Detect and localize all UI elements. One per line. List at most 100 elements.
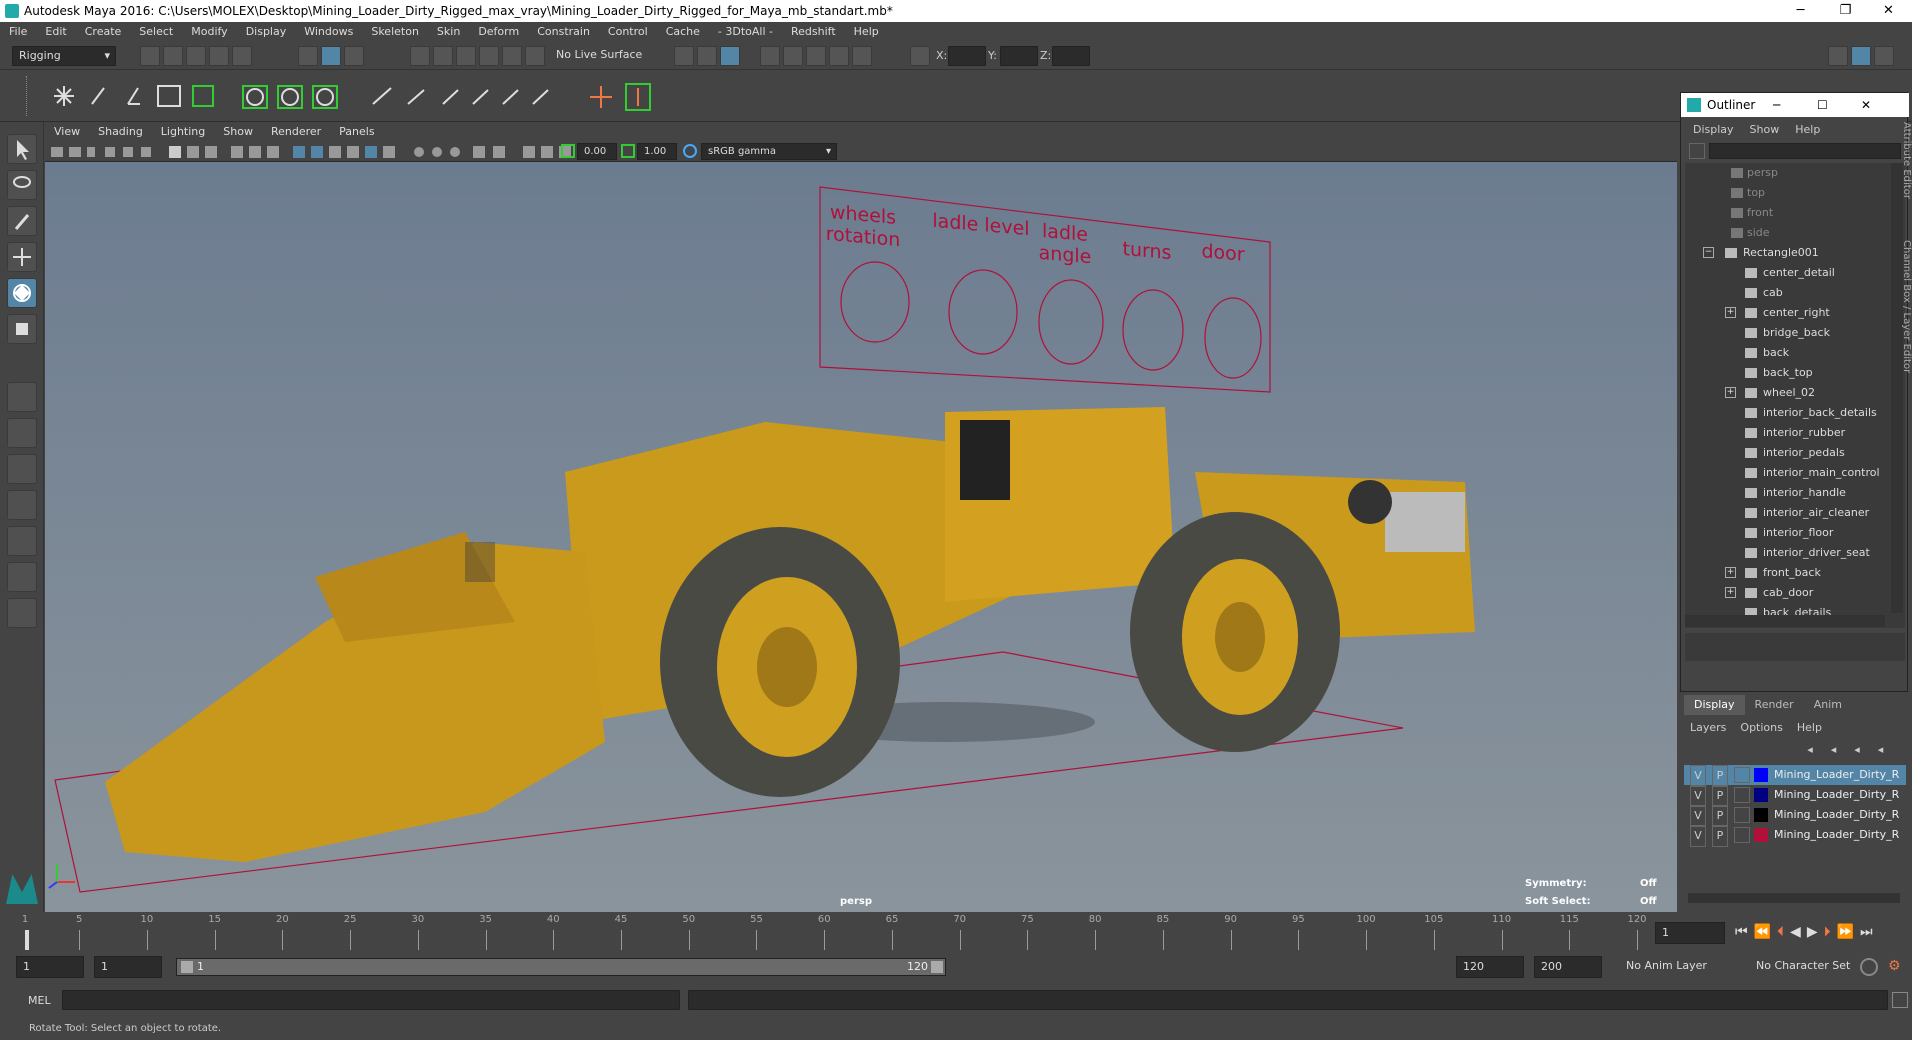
menu-item-0[interactable]: File bbox=[0, 22, 36, 42]
mel-label[interactable]: MEL bbox=[28, 994, 51, 1007]
menu-item-13[interactable]: - 3DtoAll - bbox=[709, 22, 782, 42]
menu-item-9[interactable]: Deform bbox=[469, 22, 528, 42]
persp-graph-layout-icon[interactable] bbox=[7, 490, 37, 520]
snap-surface-icon[interactable] bbox=[502, 46, 522, 66]
channel-box-toggle-icon[interactable] bbox=[1851, 46, 1871, 66]
snap-grid-icon[interactable] bbox=[410, 46, 430, 66]
expand-toggle-icon[interactable]: − bbox=[1703, 247, 1714, 258]
outliner-item[interactable]: interior_back_details bbox=[1685, 403, 1885, 423]
outliner-filter-icon[interactable] bbox=[1689, 143, 1705, 159]
menu-item-14[interactable]: Redshift bbox=[782, 22, 845, 42]
close-icon[interactable]: ✕ bbox=[1861, 93, 1871, 117]
outliner-item[interactable]: side bbox=[1685, 223, 1885, 243]
outliner-item[interactable]: interior_floor bbox=[1685, 523, 1885, 543]
layer-tab-1[interactable]: Render bbox=[1745, 695, 1804, 715]
layer-visibility-toggle[interactable]: V bbox=[1690, 825, 1706, 847]
persp-outliner-layout-icon[interactable] bbox=[7, 454, 37, 484]
rotate-tool-icon[interactable] bbox=[7, 278, 37, 308]
outliner-item[interactable]: + cab_door bbox=[1685, 583, 1885, 603]
expand-toggle-icon[interactable]: + bbox=[1725, 587, 1736, 598]
gamma-icon[interactable] bbox=[621, 144, 635, 158]
layer-visibility-toggle[interactable]: V bbox=[1690, 805, 1706, 827]
outliner-item[interactable]: + wheel_02 bbox=[1685, 383, 1885, 403]
snap-curve-icon[interactable] bbox=[433, 46, 453, 66]
menu-item-2[interactable]: Create bbox=[76, 22, 131, 42]
hypershade-icon[interactable] bbox=[852, 46, 872, 66]
layer-color-swatch[interactable] bbox=[1754, 768, 1768, 782]
y-field[interactable] bbox=[1000, 46, 1038, 66]
go-to-end-icon[interactable]: ⏭ bbox=[1860, 924, 1879, 940]
expand-toggle-icon[interactable]: + bbox=[1725, 387, 1736, 398]
outliner-item[interactable]: cab bbox=[1685, 283, 1885, 303]
open-scene-icon[interactable] bbox=[163, 46, 183, 66]
close-icon[interactable]: ✕ bbox=[1866, 0, 1911, 22]
restore-icon[interactable]: ☐ bbox=[1817, 93, 1828, 117]
save-scene-icon[interactable] bbox=[186, 46, 206, 66]
outliner-item[interactable]: center_detail bbox=[1685, 263, 1885, 283]
exposure-field[interactable]: 0.00 bbox=[577, 143, 617, 160]
layer-move-down-icon[interactable]: ◂ bbox=[1824, 743, 1844, 756]
move-tool-icon[interactable] bbox=[7, 242, 37, 272]
outliner-item[interactable]: interior_main_control bbox=[1685, 463, 1885, 483]
outliner-item[interactable]: − Rectangle001 bbox=[1685, 243, 1885, 263]
snap-point-icon[interactable] bbox=[456, 46, 476, 66]
current-frame-field[interactable]: 1 bbox=[1655, 922, 1725, 944]
menu-set-selector[interactable]: Rigging ▾ bbox=[12, 46, 116, 66]
channel-box-tab[interactable]: Channel Box / Layer Editor bbox=[1898, 240, 1912, 380]
attribute-editor-toggle-icon[interactable] bbox=[1874, 46, 1894, 66]
scale-tool-icon[interactable] bbox=[7, 314, 37, 344]
menu-item-4[interactable]: Modify bbox=[182, 22, 236, 42]
viewport-menu-item-1[interactable]: Shading bbox=[89, 122, 152, 142]
new-layer-selected-icon[interactable]: ◂ bbox=[1871, 743, 1891, 756]
layout-options-icon[interactable] bbox=[7, 598, 37, 628]
ipr-render-icon[interactable] bbox=[806, 46, 826, 66]
new-layer-icon[interactable]: ◂ bbox=[1847, 743, 1867, 756]
3d-viewport[interactable]: wheels rotation ladle level ladle angle tur… bbox=[45, 162, 1677, 912]
outliner-item[interactable]: interior_rubber bbox=[1685, 423, 1885, 443]
layer-reference-toggle[interactable] bbox=[1734, 807, 1750, 823]
menu-item-3[interactable]: Select bbox=[130, 22, 182, 42]
outliner-menu-item-2[interactable]: Help bbox=[1787, 121, 1828, 139]
exposure-icon[interactable] bbox=[561, 144, 575, 158]
start-time-field[interactable]: 1 bbox=[16, 956, 84, 978]
viewport-menu-item-0[interactable]: View bbox=[45, 122, 89, 142]
modeling-toolkit-icon[interactable] bbox=[1828, 46, 1848, 66]
outliner-item[interactable]: + center_right bbox=[1685, 303, 1885, 323]
snap-live-icon[interactable] bbox=[525, 46, 545, 66]
range-slider[interactable]: 1 120 bbox=[176, 958, 946, 976]
outliner-item[interactable]: + front_back bbox=[1685, 563, 1885, 583]
layer-reference-toggle[interactable] bbox=[1734, 767, 1750, 783]
play-forward-icon[interactable]: ▶ bbox=[1807, 924, 1824, 940]
step-back-icon[interactable]: ⏪ bbox=[1754, 924, 1777, 940]
restore-icon[interactable]: ❐ bbox=[1823, 0, 1868, 22]
layer-color-swatch[interactable] bbox=[1754, 788, 1768, 802]
lasso-tool-icon[interactable] bbox=[7, 170, 37, 200]
anim-start-field[interactable]: 1 bbox=[94, 956, 162, 978]
outliner-item[interactable]: persp bbox=[1685, 163, 1885, 183]
layer-hscrollbar[interactable] bbox=[1688, 893, 1900, 903]
colorspace-selector[interactable]: sRGB gamma ▾ bbox=[701, 143, 837, 160]
menu-item-12[interactable]: Cache bbox=[657, 22, 709, 42]
four-view-layout-icon[interactable] bbox=[7, 418, 37, 448]
outliner-item[interactable]: interior_driver_seat bbox=[1685, 543, 1885, 563]
outliner-item[interactable]: bridge_back bbox=[1685, 323, 1885, 343]
layer-menu-item-0[interactable]: Layers bbox=[1690, 719, 1734, 737]
new-scene-icon[interactable] bbox=[140, 46, 160, 66]
range-end-handle[interactable] bbox=[931, 961, 943, 973]
viewport-menu-item-2[interactable]: Lighting bbox=[152, 122, 214, 142]
outliner-item[interactable]: interior_handle bbox=[1685, 483, 1885, 503]
viewport-menu-item-4[interactable]: Renderer bbox=[262, 122, 330, 142]
layer-playback-toggle[interactable]: P bbox=[1712, 825, 1728, 847]
preferences-icon[interactable]: ⚙ bbox=[1888, 958, 1906, 976]
gamma-field[interactable]: 1.00 bbox=[637, 143, 677, 160]
outliner-menu-item-0[interactable]: Display bbox=[1685, 121, 1742, 139]
menu-item-5[interactable]: Display bbox=[237, 22, 296, 42]
minimize-icon[interactable]: ─ bbox=[1778, 0, 1823, 22]
outliner-search-input[interactable] bbox=[1709, 143, 1901, 159]
persp-uv-layout-icon[interactable] bbox=[7, 526, 37, 556]
select-tool-icon[interactable] bbox=[7, 134, 37, 164]
menu-item-10[interactable]: Constrain bbox=[528, 22, 599, 42]
expand-toggle-icon[interactable]: + bbox=[1725, 567, 1736, 578]
redo-icon[interactable] bbox=[232, 46, 252, 66]
minimize-icon[interactable]: ─ bbox=[1773, 93, 1780, 117]
